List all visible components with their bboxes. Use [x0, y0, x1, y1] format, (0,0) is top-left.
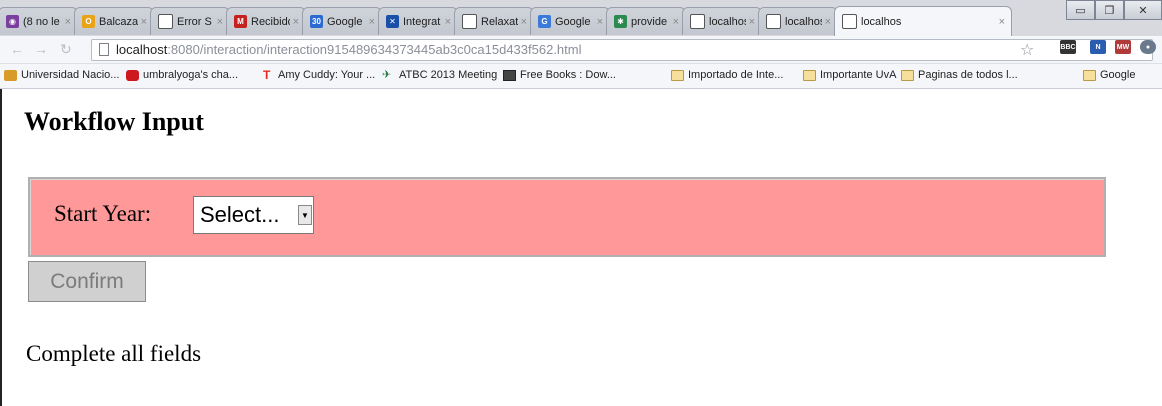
url-text[interactable]: localhost:8080/interaction/interaction91… [116, 42, 581, 57]
maximize-button[interactable]: ❐ [1095, 0, 1124, 20]
bookmark-item[interactable]: Free Books : Dow... [503, 69, 616, 81]
tab-7[interactable]: Relaxat × [454, 7, 534, 35]
bookmark-item[interactable]: T Amy Cuddy: Your ... [263, 67, 375, 82]
x-logo-icon: ✕ [386, 15, 399, 28]
folder-icon [901, 69, 914, 81]
document-icon [842, 14, 857, 29]
tab-title: provide [631, 15, 668, 28]
calendar-30-icon: 30 [310, 15, 323, 28]
close-icon[interactable]: × [369, 16, 375, 28]
bookmark-star-icon[interactable]: ☆ [1020, 40, 1034, 60]
bookmark-item[interactable]: umbralyoga's cha... [126, 69, 238, 81]
start-year-label: Start Year: [54, 201, 152, 226]
minimize-button[interactable]: ▭ [1066, 0, 1095, 20]
tab-6[interactable]: ✕ Integrat × [378, 7, 458, 35]
tab-10[interactable]: localhos × [682, 7, 762, 35]
tab-4[interactable]: M Recibido × [226, 7, 306, 35]
close-icon[interactable]: × [293, 16, 299, 28]
document-icon [690, 14, 705, 29]
page-content: Workflow Input Start Year: Select... ▼ C… [0, 89, 1162, 406]
close-icon[interactable]: × [445, 16, 451, 28]
tab-title: (8 no le [23, 15, 60, 28]
library-icon [503, 69, 516, 81]
close-icon[interactable]: × [673, 16, 679, 28]
dropdown-arrow-icon[interactable]: ▼ [298, 205, 312, 225]
tab-3[interactable]: Error S × [150, 7, 230, 35]
reload-icon[interactable]: ↻ [60, 41, 72, 58]
close-icon[interactable]: × [825, 16, 831, 28]
back-arrow-icon[interactable]: ← [10, 41, 24, 57]
o-logo-icon: O [82, 15, 95, 28]
university-icon [4, 69, 17, 81]
folder-icon [803, 69, 816, 81]
page-title: Workflow Input [24, 107, 204, 136]
close-icon[interactable]: × [65, 16, 71, 28]
page-icon [99, 43, 109, 56]
tab-2[interactable]: O Balcazar × [74, 7, 154, 35]
ted-icon: T [263, 67, 271, 82]
tab-title: Google [327, 15, 363, 28]
tab-title: localhos [861, 15, 902, 28]
bbc-radio-icon[interactable]: BBC [1060, 40, 1076, 54]
ghost-icon[interactable]: ● [1140, 40, 1156, 54]
tab-9[interactable]: ✱ provide × [606, 7, 686, 35]
tab-title: Relaxat [481, 15, 518, 28]
bookmark-item[interactable]: Importante UvA [803, 69, 896, 81]
tab-11[interactable]: localhos × [758, 7, 838, 35]
tab-title: localhos [709, 15, 746, 28]
navigation-toolbar: ← → ↻ localhost:8080/interaction/interac… [0, 36, 1162, 64]
close-icon[interactable]: × [597, 16, 603, 28]
start-year-panel: Start Year: Select... ▼ [28, 177, 1106, 257]
document-icon [462, 14, 477, 29]
tab-1[interactable]: ◉ (8 no le × [0, 7, 78, 35]
close-icon[interactable]: × [217, 16, 223, 28]
tab-title: Google [555, 15, 591, 28]
status-message: Complete all fields [26, 341, 202, 366]
tab-title: Recibido [251, 15, 290, 28]
youtube-icon [126, 69, 139, 81]
confirm-button[interactable]: Confirm [28, 261, 146, 302]
bookmarks-bar: Universidad Nacio... umbralyoga's cha...… [0, 64, 1162, 89]
bookmark-item[interactable]: Universidad Nacio... [4, 69, 119, 81]
bookmark-item[interactable]: ✈ ATBC 2013 Meeting [382, 69, 497, 81]
tab-title: Error S [177, 15, 212, 28]
document-icon [766, 14, 781, 29]
close-icon[interactable]: × [999, 16, 1005, 28]
tab-title: localhos [785, 15, 822, 28]
bookmark-item[interactable]: Importado de Inte... [671, 69, 783, 81]
translate-icon: G [538, 15, 551, 28]
chat-bubble-icon: ◉ [6, 15, 19, 28]
folder-icon [1083, 69, 1096, 81]
close-icon[interactable]: × [749, 16, 755, 28]
bookmark-item[interactable]: Google [1083, 69, 1135, 81]
start-year-selected-value: Select... [200, 202, 280, 227]
extension-mw-icon[interactable]: MW [1115, 40, 1131, 54]
browser-window: ◉ (8 no le × O Balcazar × Error S × M Re… [0, 0, 1162, 406]
tab-5[interactable]: 30 Google × [302, 7, 382, 35]
folder-icon [671, 69, 684, 81]
gmail-icon: M [234, 15, 247, 28]
tab-8[interactable]: G Google × [530, 7, 610, 35]
close-icon[interactable]: × [141, 16, 147, 28]
plane-icon: ✈ [382, 68, 392, 81]
bookmark-item[interactable]: Paginas de todos l... [901, 69, 1018, 81]
close-window-button[interactable]: ✕ [1124, 0, 1162, 20]
document-icon [158, 14, 173, 29]
tab-strip: ◉ (8 no le × O Balcazar × Error S × M Re… [0, 0, 1162, 36]
tab-title: Integrat [403, 15, 441, 28]
close-icon[interactable]: × [521, 16, 527, 28]
extension-n-icon[interactable]: N [1090, 40, 1106, 54]
address-bar[interactable]: localhost:8080/interaction/interaction91… [91, 39, 1153, 61]
tab-title: Balcazar [99, 15, 138, 28]
start-year-select[interactable]: Select... ▼ [193, 196, 314, 234]
tab-active[interactable]: localhos × [834, 6, 1012, 36]
puzzle-icon: ✱ [614, 15, 627, 28]
forward-arrow-icon[interactable]: → [34, 41, 48, 57]
